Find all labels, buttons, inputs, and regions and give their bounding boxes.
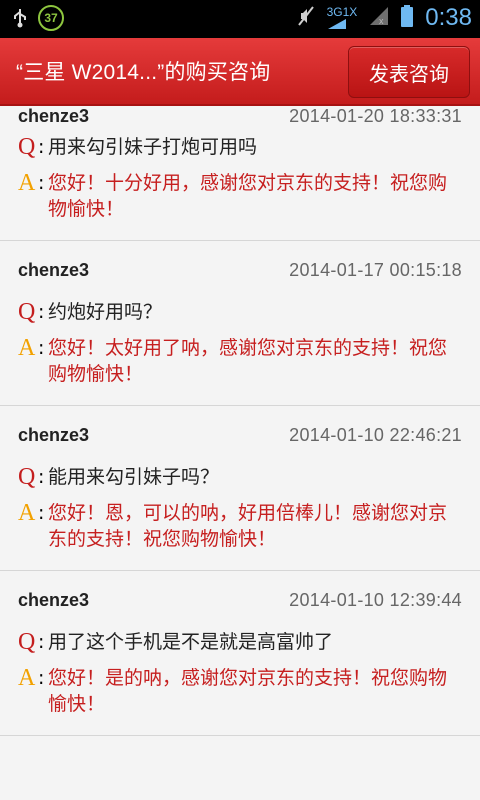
battery-icon [401, 5, 414, 31]
usb-icon [10, 7, 30, 29]
answer-label: A [18, 170, 36, 196]
answer-row: A : 您好！恩，可以的呐，好用倍棒儿！感谢您对京东的支持！祝您购物愉快！ [18, 500, 462, 570]
svg-text:x: x [379, 16, 384, 26]
timestamp: 2014-01-10 22:46:21 [289, 424, 462, 445]
app-header: “三星 W2014...”的购买咨询 发表咨询 [0, 38, 480, 106]
question-row: Q : 用了这个手机是不是就是高富帅了 [18, 629, 462, 655]
username: chenze3 [18, 259, 90, 280]
inquiry-meta: chenze3 2014-01-10 12:39:44 [18, 571, 462, 629]
status-left-group: 37 [10, 5, 64, 31]
answer-row: A : 您好！十分好用，感谢您对京东的支持！祝您购物愉快！ [18, 170, 462, 240]
answer-text: 您好！十分好用，感谢您对京东的支持！祝您购物愉快！ [48, 172, 448, 220]
question-text: 能用来勾引妹子吗？ [48, 466, 220, 488]
inquiry-list: chenze3 2014-01-20 18:33:31 Q : 用来勾引妹子打炮… [0, 106, 480, 736]
question-row: Q : 能用来勾引妹子吗？ [18, 464, 462, 490]
question-colon: : [38, 631, 45, 653]
answer-label: A [18, 500, 36, 526]
timestamp: 2014-01-20 18:33:31 [289, 106, 462, 126]
signal-strength-icon: x [369, 6, 389, 30]
question-text: 用了这个手机是不是就是高富帅了 [48, 631, 334, 653]
answer-colon: : [38, 172, 45, 194]
question-row: Q : 约炮好用吗？ [18, 299, 462, 325]
answer-row: A : 您好！太好用了呐，感谢您对京东的支持！祝您购物愉快！ [18, 335, 462, 405]
answer-label: A [18, 335, 36, 361]
question-label: Q [18, 629, 36, 655]
question-row: Q : 用来勾引妹子打炮可用吗 [18, 134, 462, 160]
answer-row: A : 您好！是的呐，感谢您对京东的支持！祝您购物愉快！ [18, 665, 462, 735]
answer-text: 您好！是的呐，感谢您对京东的支持！祝您购物愉快！ [48, 667, 448, 715]
question-colon: : [38, 466, 45, 488]
status-right-group: 3G1X x 0:38 [297, 4, 472, 32]
post-inquiry-button[interactable]: 发表咨询 [348, 46, 470, 98]
inquiry-meta: chenze3 2014-01-20 18:33:31 [18, 106, 462, 134]
timestamp: 2014-01-10 12:39:44 [289, 589, 462, 610]
answer-colon: : [38, 337, 45, 359]
answer-colon: : [38, 667, 45, 689]
inquiry-meta: chenze3 2014-01-17 00:15:18 [18, 241, 462, 299]
inquiry-meta: chenze3 2014-01-10 22:46:21 [18, 406, 462, 464]
answer-colon: : [38, 502, 45, 524]
username: chenze3 [18, 106, 90, 126]
question-label: Q [18, 464, 36, 490]
clock: 0:38 [425, 4, 472, 31]
answer-label: A [18, 665, 36, 691]
answer-text: 您好！恩，可以的呐，好用倍棒儿！感谢您对京东的支持！祝您购物愉快！ [48, 502, 448, 550]
inquiry-item: chenze3 2014-01-20 18:33:31 Q : 用来勾引妹子打炮… [0, 106, 480, 241]
network-label: 3G1X [326, 5, 358, 19]
question-text: 用来勾引妹子打炮可用吗 [48, 136, 258, 158]
question-text: 约炮好用吗？ [48, 301, 163, 323]
question-label: Q [18, 299, 36, 325]
notification-badge: 37 [38, 5, 64, 31]
inquiry-item: chenze3 2014-01-10 12:39:44 Q : 用了这个手机是不… [0, 571, 480, 736]
status-bar: 37 3G1X x 0:38 [0, 0, 480, 38]
username: chenze3 [18, 424, 90, 445]
username: chenze3 [18, 589, 90, 610]
inquiry-item: chenze3 2014-01-10 22:46:21 Q : 能用来勾引妹子吗… [0, 406, 480, 571]
network-indicator: 3G1X [326, 5, 358, 30]
question-colon: : [38, 301, 45, 323]
mute-icon [297, 5, 315, 31]
inquiry-item: chenze3 2014-01-17 00:15:18 Q : 约炮好用吗？ A… [0, 241, 480, 406]
answer-text: 您好！太好用了呐，感谢您对京东的支持！祝您购物愉快！ [48, 337, 448, 385]
signal-icon [327, 19, 346, 29]
page-title: “三星 W2014...”的购买咨询 [16, 61, 271, 84]
question-colon: : [38, 136, 45, 158]
timestamp: 2014-01-17 00:15:18 [289, 259, 462, 280]
question-label: Q [18, 134, 36, 160]
